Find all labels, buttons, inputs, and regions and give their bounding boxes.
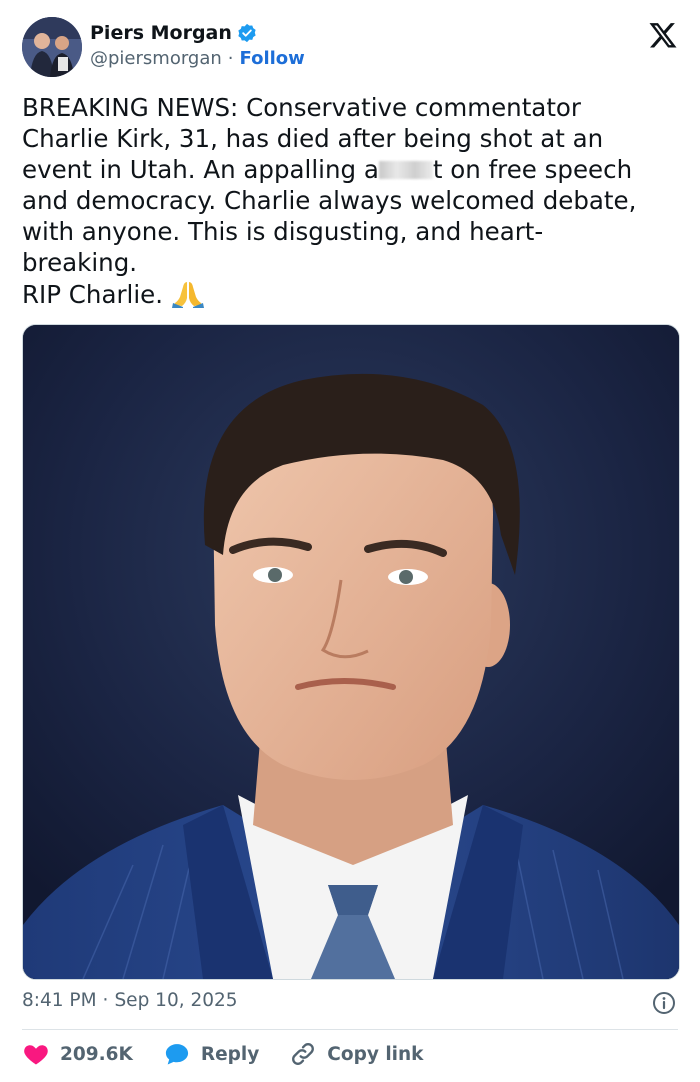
- tweet-time: 8:41 PM: [22, 990, 97, 1011]
- tweet-date: Sep 10, 2025: [114, 990, 238, 1011]
- author-handle[interactable]: @piersmorgan: [90, 48, 222, 69]
- reply-label: Reply: [200, 1043, 260, 1065]
- avatar[interactable]: [22, 17, 82, 77]
- like-button[interactable]: 209.6K: [22, 1040, 133, 1068]
- copy-link-label: Copy link: [327, 1043, 424, 1065]
- x-logo-icon[interactable]: [648, 20, 678, 50]
- author-name-row: Piers Morgan: [90, 22, 257, 44]
- author-handle-row: @piersmorgan · Follow: [90, 48, 305, 69]
- heart-icon: [24, 1045, 48, 1065]
- author-name[interactable]: Piers Morgan: [90, 22, 232, 44]
- info-icon[interactable]: [652, 991, 676, 1015]
- tweet-card: Piers Morgan @piersmorgan · Follow BREAK…: [0, 0, 700, 1082]
- like-count: 209.6K: [60, 1043, 133, 1065]
- link-icon: [292, 1043, 315, 1065]
- copy-link-button[interactable]: Copy link: [289, 1040, 423, 1068]
- tweet-timestamp[interactable]: 8:41 PM · Sep 10, 2025: [22, 990, 238, 1011]
- reply-button[interactable]: Reply: [163, 1040, 259, 1068]
- tweet-text: BREAKING NEWS: Conservative commentator …: [22, 92, 682, 310]
- folded-hands-icon: [171, 278, 205, 308]
- censor-blur: [378, 161, 433, 179]
- verified-badge-icon: [237, 23, 257, 43]
- separator-dot: ·: [102, 990, 109, 1011]
- follow-button[interactable]: Follow: [240, 48, 305, 69]
- tweet-actions: 209.6K Reply Copy link: [22, 1040, 423, 1068]
- separator-dot: ·: [227, 48, 234, 69]
- divider: [22, 1029, 678, 1030]
- tweet-photo[interactable]: [22, 324, 680, 980]
- reply-bubble-icon: [165, 1044, 188, 1065]
